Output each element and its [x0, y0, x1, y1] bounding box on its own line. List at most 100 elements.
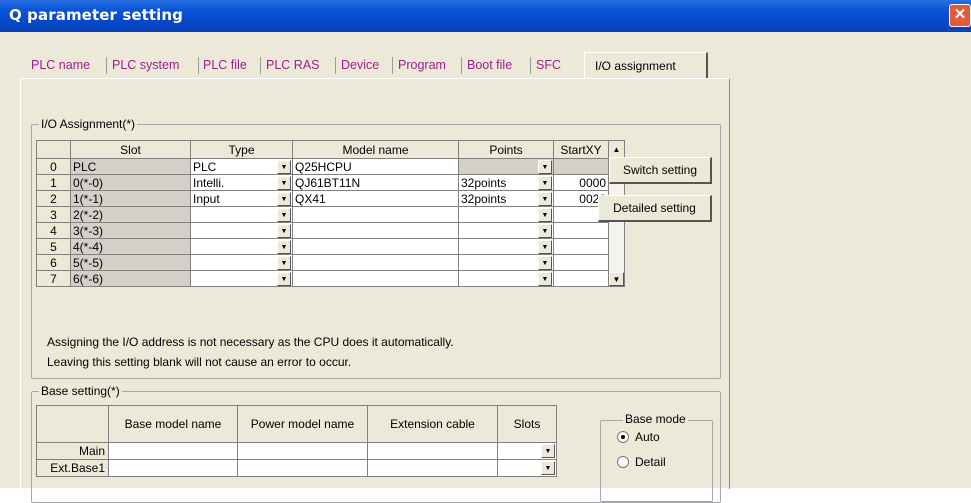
model-cell[interactable]: QX41 — [292, 190, 459, 207]
chevron-down-icon[interactable]: ▼ — [538, 240, 552, 254]
radio-auto[interactable]: Auto — [617, 430, 660, 444]
chevron-down-icon[interactable]: ▼ — [277, 160, 291, 174]
chevron-down-icon[interactable]: ▼ — [538, 160, 552, 174]
table-row: 4 3(*-3) ▼ ▼ — [36, 222, 625, 239]
startxy-cell[interactable] — [553, 238, 609, 255]
chevron-down-icon[interactable]: ▼ — [538, 256, 552, 270]
model-cell[interactable] — [292, 238, 459, 255]
table-row: Main ▼ — [36, 442, 557, 460]
type-value: Intelli. — [193, 175, 225, 190]
table-row: 0 PLC PLC ▼ Q25HCPU ▼ ▼ — [36, 158, 625, 287]
type-cell[interactable]: ▼ — [190, 254, 293, 271]
chevron-down-icon[interactable]: ▼ — [277, 240, 291, 254]
chevron-down-icon[interactable]: ▼ — [541, 444, 555, 458]
chevron-down-icon[interactable]: ▼ — [277, 224, 291, 238]
slots-cell[interactable]: ▼ — [497, 459, 557, 477]
col-header-type: Type — [190, 140, 293, 159]
tab-device[interactable]: Device — [341, 54, 379, 76]
type-cell[interactable]: ▼ — [190, 206, 293, 223]
tab-sfc[interactable]: SFC — [536, 54, 561, 76]
type-cell[interactable]: Intelli. ▼ — [190, 174, 293, 191]
slots-cell[interactable]: ▼ — [497, 442, 557, 460]
slot-cell: 6(*-6) — [70, 270, 191, 287]
col-header-power-model: Power model name — [237, 405, 368, 443]
slot-cell: PLC — [70, 158, 191, 175]
switch-setting-button[interactable]: Switch setting — [609, 157, 712, 184]
slot-cell: 2(*-2) — [70, 206, 191, 223]
startxy-cell[interactable]: 0000 — [553, 174, 609, 191]
points-cell[interactable]: 32points ▼ — [458, 190, 554, 207]
extension-cable-cell[interactable] — [367, 442, 498, 460]
scroll-up-button[interactable]: ▲ — [608, 140, 625, 159]
chevron-down-icon[interactable]: ▼ — [277, 256, 291, 270]
chevron-down-icon[interactable]: ▼ — [538, 208, 552, 222]
chevron-down-icon[interactable]: ▼ — [538, 272, 552, 286]
chevron-down-icon[interactable]: ▼ — [538, 176, 552, 190]
row-number: 6 — [36, 254, 71, 271]
tab-boot-file[interactable]: Boot file — [467, 54, 512, 76]
tab-plc-file[interactable]: PLC file — [203, 54, 247, 76]
close-button[interactable]: ✕ — [949, 4, 971, 27]
points-cell[interactable]: ▼ — [458, 270, 554, 287]
startxy-cell[interactable] — [553, 222, 609, 239]
tab-divider — [260, 57, 261, 74]
tab-program[interactable]: Program — [398, 54, 446, 76]
type-cell[interactable]: PLC ▼ — [190, 158, 293, 175]
points-cell[interactable]: ▼ — [458, 222, 554, 239]
points-cell[interactable]: ▼ — [458, 206, 554, 223]
base-model-cell[interactable] — [108, 442, 238, 460]
model-cell[interactable] — [292, 254, 459, 271]
type-cell[interactable]: ▼ — [190, 222, 293, 239]
base-setting-table: Base model name Power model name Extensi… — [36, 405, 557, 477]
chevron-down-icon[interactable]: ▼ — [277, 192, 291, 206]
tab-plc-system[interactable]: PLC system — [112, 54, 179, 76]
radio-selected-icon[interactable] — [617, 431, 629, 443]
model-cell[interactable]: QJ61BT11N — [292, 174, 459, 191]
tab-io-assignment[interactable]: I/O assignment — [584, 52, 708, 79]
tab-plc-ras[interactable]: PLC RAS — [266, 54, 320, 76]
chevron-down-icon[interactable]: ▼ — [277, 176, 291, 190]
tab-divider — [198, 57, 199, 74]
corner-header — [36, 405, 109, 443]
col-header-extension-cable: Extension cable — [367, 405, 498, 443]
type-cell[interactable]: Input ▼ — [190, 190, 293, 207]
detailed-setting-button[interactable]: Detailed setting — [598, 195, 712, 222]
table-row: 6 5(*-5) ▼ ▼ — [36, 254, 625, 271]
power-model-cell[interactable] — [237, 442, 368, 460]
base-setting-label: Base setting(*) — [39, 384, 122, 398]
points-cell[interactable]: ▼ — [458, 238, 554, 255]
radio-detail[interactable]: Detail — [617, 455, 666, 469]
startxy-cell[interactable] — [553, 270, 609, 287]
row-number: 2 — [36, 190, 71, 207]
power-model-cell[interactable] — [237, 459, 368, 477]
io-note-blank-ok: Leaving this setting blank will not caus… — [47, 355, 352, 369]
col-header-points: Points — [458, 140, 554, 159]
type-cell[interactable]: ▼ — [190, 270, 293, 287]
chevron-down-icon[interactable]: ▼ — [538, 224, 552, 238]
chevron-down-icon[interactable]: ▼ — [277, 208, 291, 222]
chevron-down-icon[interactable]: ▼ — [277, 272, 291, 286]
startxy-cell — [553, 158, 609, 175]
points-cell[interactable]: ▼ — [458, 254, 554, 271]
row-number: 4 — [36, 222, 71, 239]
base-model-cell[interactable] — [108, 459, 238, 477]
points-cell[interactable]: 32points ▼ — [458, 174, 554, 191]
chevron-down-icon[interactable]: ▼ — [541, 461, 555, 475]
tab-divider — [530, 57, 531, 74]
table-row: Ext.Base1 ▼ — [36, 459, 557, 477]
model-cell[interactable] — [292, 222, 459, 239]
tab-divider — [392, 57, 393, 74]
chevron-down-icon[interactable]: ▼ — [538, 192, 552, 206]
io-assignment-label: I/O Assignment(*) — [39, 117, 138, 131]
model-cell[interactable] — [292, 270, 459, 287]
startxy-cell[interactable] — [553, 254, 609, 271]
model-cell[interactable]: Q25HCPU — [292, 158, 459, 175]
radio-unselected-icon[interactable] — [617, 456, 629, 468]
tab-plc-name[interactable]: PLC name — [31, 54, 90, 76]
row-number: 3 — [36, 206, 71, 223]
col-header-base-model: Base model name — [108, 405, 238, 443]
scroll-down-button[interactable]: ▼ — [609, 272, 624, 286]
extension-cable-cell[interactable] — [367, 459, 498, 477]
type-cell[interactable]: ▼ — [190, 238, 293, 255]
model-cell[interactable] — [292, 206, 459, 223]
